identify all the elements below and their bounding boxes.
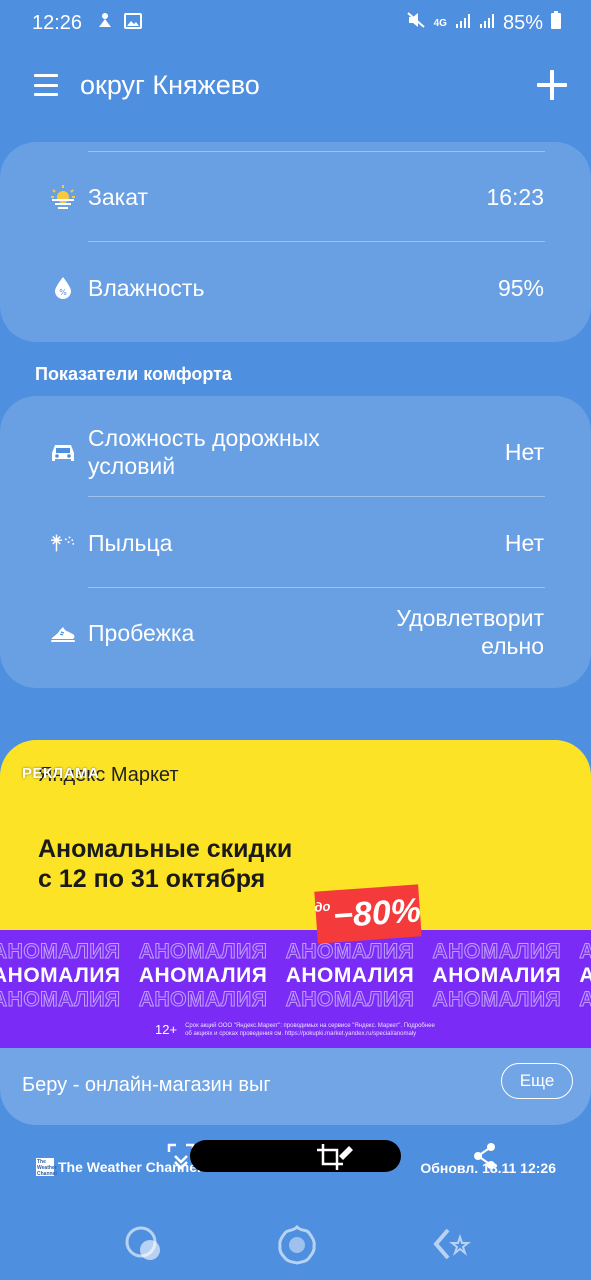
battery-percent: 85% <box>502 11 543 34</box>
ad-creative-bottom[interactable]: АНОМАЛИЯ АНОМАЛИЯ АНОМАЛИЯ АНОМАЛИЯ АНОМ… <box>0 930 591 1048</box>
gallery-icon <box>124 12 143 35</box>
comfort-section-title: Показатели комфорта <box>35 364 232 384</box>
ad-legal: 12+ Срок акций ООО "Яндекс.Маркет": пров… <box>155 1022 435 1038</box>
divider <box>88 587 545 588</box>
ad-banner-word: АНОМАЛИЯ <box>579 964 591 987</box>
comfort-label: Пыльца <box>88 530 173 556</box>
badge-value: −80% <box>331 890 423 935</box>
ad-banner-word: АНОМАЛИЯ <box>285 940 421 964</box>
navigation-bar <box>0 1210 591 1280</box>
ad-banner-word: АНОМАЛИЯ <box>138 940 274 964</box>
menu-icon[interactable] <box>34 74 58 96</box>
info-bar: The Weather Channel The Weather Channel … <box>0 1140 591 1200</box>
sunset-icon <box>50 184 76 210</box>
comfort-row-road: Сложность дорожных условий Нет <box>0 424 591 482</box>
ad-footer: Беру - онлайн-магазин выг Еще <box>0 1048 591 1125</box>
ad-banner-word: АНОМАЛИЯ <box>138 964 274 987</box>
ad-tag: РЕКЛАМА <box>22 765 100 782</box>
details-card <box>0 142 591 342</box>
discount-badge: до −80% <box>313 884 423 944</box>
comfort-value: Нет <box>504 439 544 465</box>
ad-banner-word: АНОМАЛИЯ <box>0 940 127 964</box>
ad-banner-word: АНОМАЛИЯ <box>285 988 421 1012</box>
detail-label: Влажность <box>88 275 205 301</box>
status-bar: 12:26 4G 85% <box>0 0 591 46</box>
ad-legal-text: Срок акций ООО "Яндекс.Маркет": проводим… <box>185 1023 435 1037</box>
running-shoe-icon <box>50 620 76 646</box>
comfort-value: Нет <box>504 530 544 556</box>
redacted-region <box>190 1140 401 1172</box>
svg-text:%: % <box>59 288 67 297</box>
ad-creative-top[interactable]: Яндекс Маркет РЕКЛАМА Аномальные скидки … <box>0 740 591 930</box>
crop-edit-icon[interactable] <box>315 1142 355 1177</box>
signal-icon <box>455 12 471 35</box>
humidity-icon: % <box>50 275 76 301</box>
ad-banner-row: АНОМАЛИЯ АНОМАЛИЯ АНОМАЛИЯ АНОМАЛИЯ АНОМ… <box>0 988 591 1012</box>
mute-icon <box>406 11 426 35</box>
comfort-label-line2: условий <box>88 453 176 479</box>
comfort-value-line2: ельно <box>481 633 544 659</box>
signal-icon-2 <box>479 12 495 35</box>
divider <box>88 496 545 497</box>
car-icon <box>50 440 76 466</box>
comfort-label: Пробежка <box>88 620 195 646</box>
app-bar: округ Княжево <box>0 56 591 114</box>
detail-value: 16:23 <box>486 184 544 210</box>
ad-banner-word: АНОМАЛИЯ <box>579 940 591 964</box>
ad-source[interactable]: Беру - онлайн-магазин выг <box>22 1074 271 1097</box>
age-rating: 12+ <box>155 1022 178 1037</box>
detail-value: 95% <box>497 275 544 301</box>
ad-banner-row: АНОМАЛИЯ АНОМАЛИЯ АНОМАЛИЯ АНОМАЛИЯ АНОМ… <box>0 964 591 988</box>
comfort-row-pollen: Пыльца Нет <box>0 529 591 557</box>
ad-banner-row: АНОМАЛИЯ АНОМАЛИЯ АНОМАЛИЯ АНОМАЛИЯ АНОМ… <box>0 940 591 964</box>
location-title[interactable]: округ Княжево <box>80 70 260 101</box>
bixby-icon[interactable] <box>124 1224 164 1269</box>
status-time: 12:26 <box>32 11 83 34</box>
detail-row-sunset: Закат 16:23 <box>0 183 591 211</box>
ad-banner-word: АНОМАЛИЯ <box>579 988 591 1012</box>
home-icon[interactable] <box>276 1224 318 1271</box>
ad-banner-word: АНОМАЛИЯ <box>285 964 421 987</box>
detail-row-humidity: % Влажность 95% <box>0 274 591 302</box>
comfort-row-running: Пробежка Удовлетворит ельно <box>0 604 591 662</box>
ad-banner-word: АНОМАЛИЯ <box>0 988 127 1012</box>
detail-label: Закат <box>88 184 149 210</box>
network-type: 4G <box>433 17 447 29</box>
comfort-value-line1: Удовлетворит <box>396 605 544 631</box>
battery-icon <box>551 11 561 35</box>
back-icon[interactable] <box>432 1224 472 1269</box>
notification-icon <box>96 11 114 35</box>
badge-prefix: до <box>313 898 331 915</box>
ad-headline-line1: Аномальные скидки <box>38 835 293 863</box>
ad-banner-word: АНОМАЛИЯ <box>432 964 568 987</box>
ad-banner-word: АНОМАЛИЯ <box>432 988 568 1012</box>
ad-headline-line2: с 12 по 31 октября <box>38 865 266 893</box>
comfort-label-line1: Сложность дорожных <box>88 425 320 451</box>
ad-banner[interactable]: Яндекс Маркет РЕКЛАМА Аномальные скидки … <box>0 740 591 1125</box>
ad-banner-word: АНОМАЛИЯ <box>138 988 274 1012</box>
divider <box>88 241 545 242</box>
updated-time: Обновл. 18.11 12:26 <box>420 1160 556 1176</box>
weather-channel-logo: The Weather Channel <box>36 1158 57 1177</box>
divider <box>88 151 545 152</box>
ad-headline: Аномальные скидки с 12 по 31 октября <box>38 834 292 894</box>
pollen-icon <box>50 530 76 556</box>
add-location-button[interactable] <box>537 70 567 100</box>
ad-banner-word: АНОМАЛИЯ <box>432 940 568 964</box>
ad-banner-word: АНОМАЛИЯ <box>0 964 127 987</box>
ad-more-button[interactable]: Еще <box>501 1063 573 1099</box>
